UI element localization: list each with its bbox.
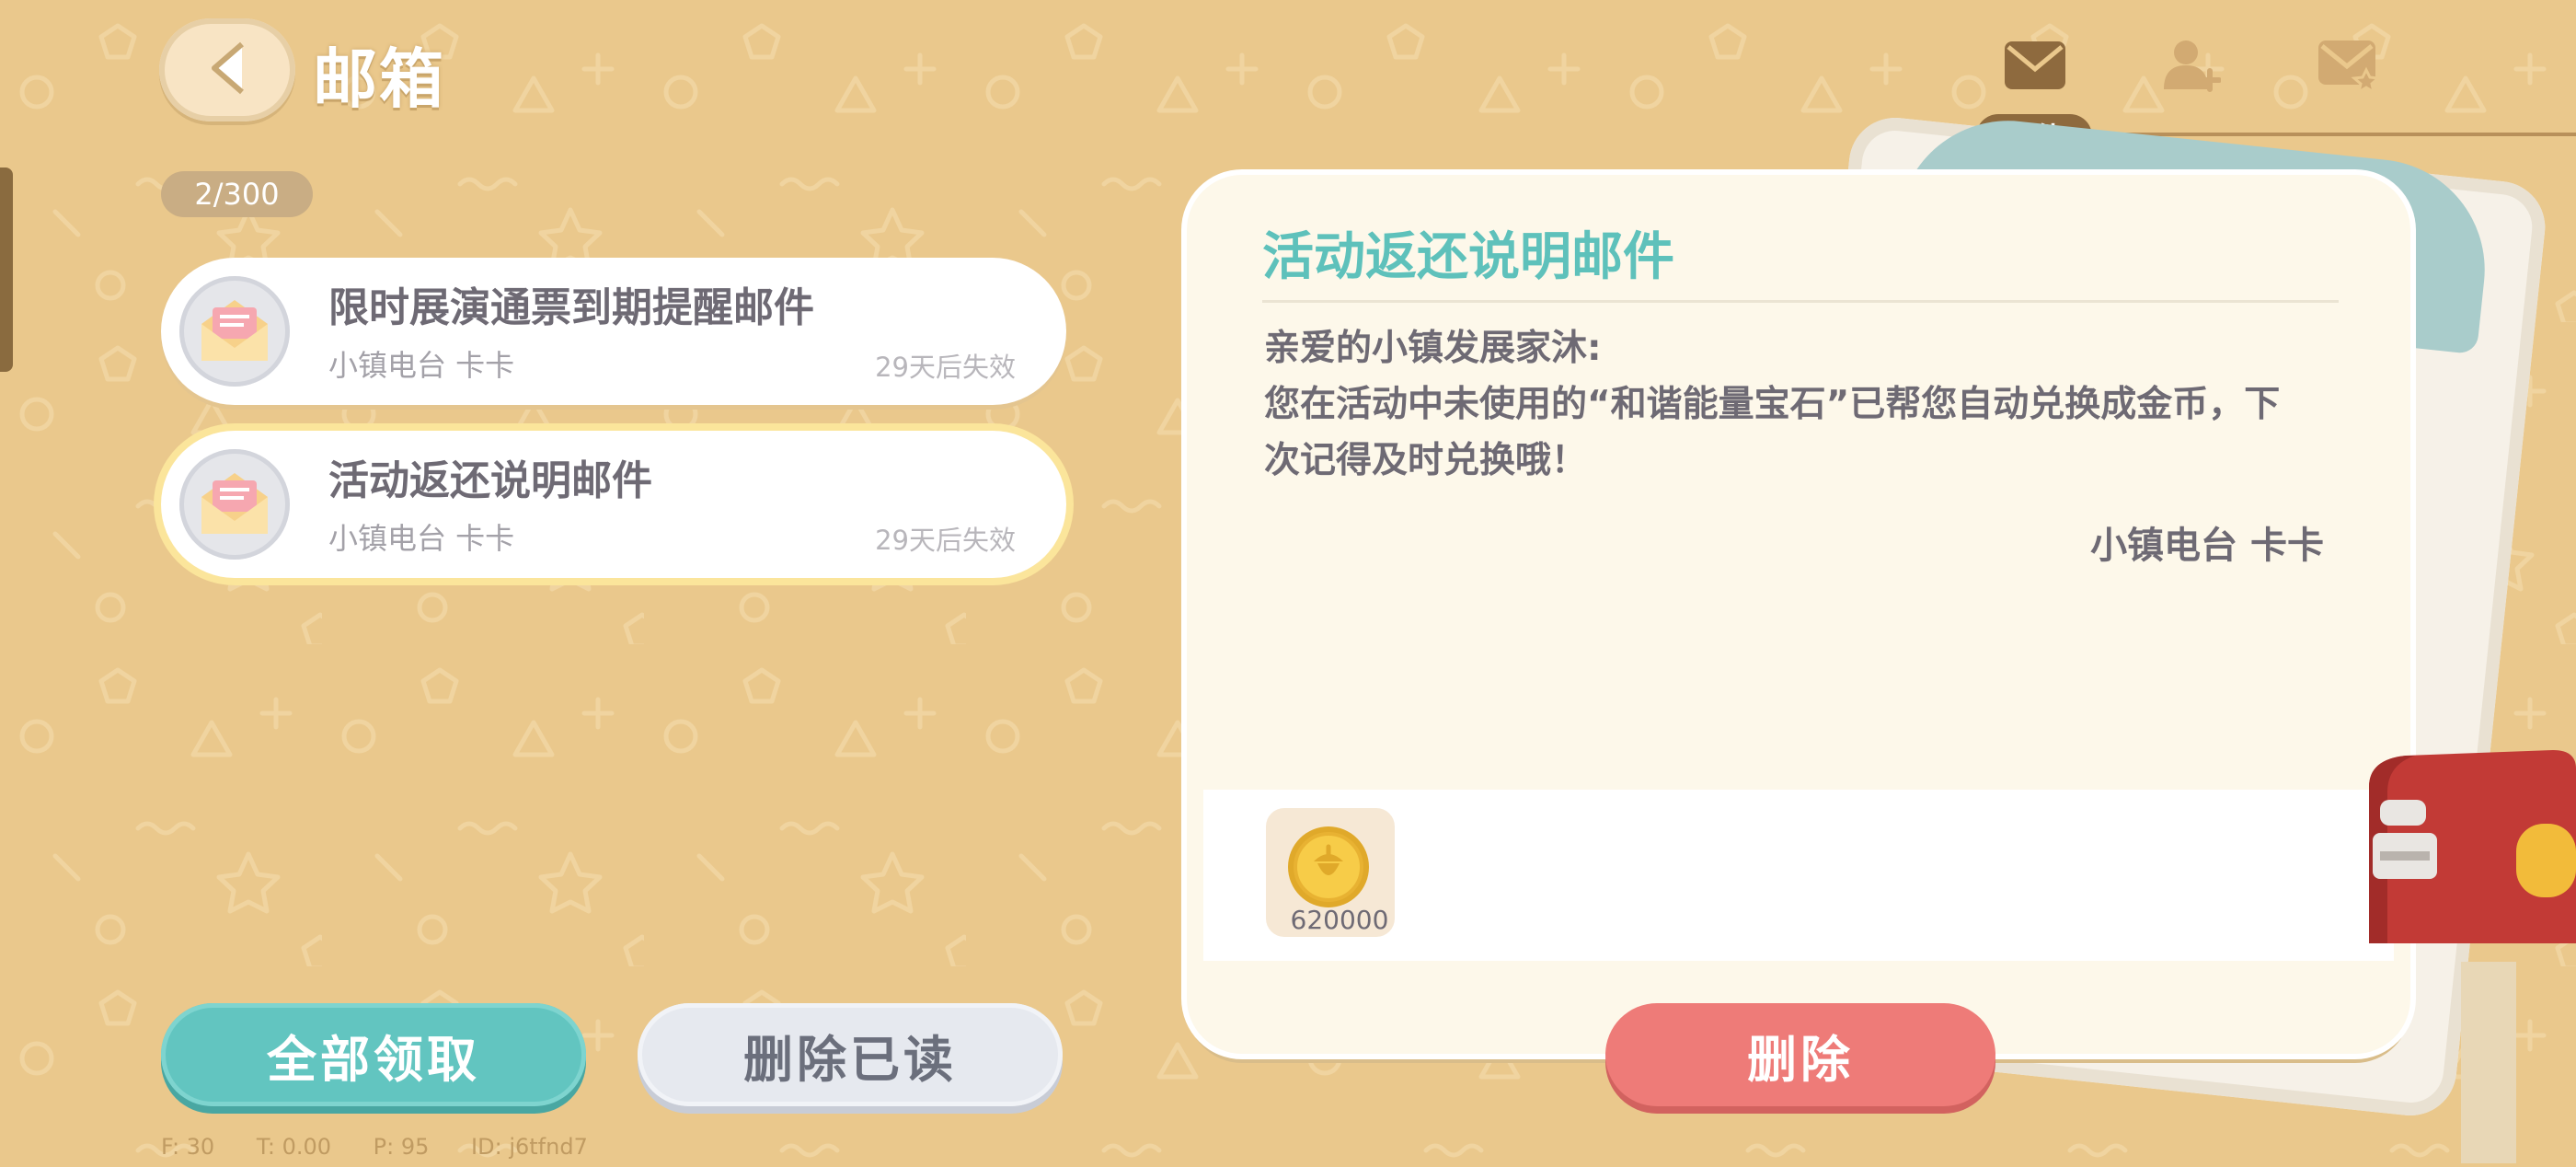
back-button[interactable] xyxy=(159,18,295,121)
mail-detail-panel: 活动返还说明邮件 亲爱的小镇发展家沐: 您在活动中未使用的“和谐能量宝石”已帮您… xyxy=(1187,175,2410,1054)
envelope-icon xyxy=(2003,40,2067,95)
mail-count-badge: 2/300 xyxy=(161,171,313,217)
tab-mail[interactable] xyxy=(1998,35,2072,99)
open-envelope-icon xyxy=(196,293,273,370)
attachment-item[interactable]: 620000 xyxy=(1266,808,1395,937)
mail-sender: 小镇电台 卡卡 xyxy=(328,348,515,383)
mail-detail-body: 亲爱的小镇发展家沐: 您在活动中未使用的“和谐能量宝石”已帮您自动兑换成金币，下… xyxy=(1264,320,2285,489)
delete-read-button[interactable]: 删除已读 xyxy=(638,1003,1063,1106)
mailbox-decoration xyxy=(2351,750,2576,1163)
mail-list-item[interactable]: 限时展演通票到期提醒邮件 小镇电台 卡卡 29天后失效 xyxy=(161,258,1066,405)
debug-id: ID: j6tfnd7 xyxy=(471,1134,588,1160)
mail-signature: 小镇电台 卡卡 xyxy=(2090,525,2324,567)
mail-greeting: 亲爱的小镇发展家沐: xyxy=(1264,328,1602,369)
mail-expiry: 29天后失效 xyxy=(875,352,1016,383)
debug-time: T: 0.00 xyxy=(256,1134,332,1160)
tab-friends[interactable] xyxy=(2155,35,2228,99)
mail-sender: 小镇电台 卡卡 xyxy=(328,521,515,556)
page-title: 邮箱 xyxy=(313,41,445,117)
mail-envelope-avatar xyxy=(179,276,290,387)
mail-list-item-selected[interactable]: 活动返还说明邮件 小镇电台 卡卡 29天后失效 xyxy=(161,431,1066,578)
attachment-quantity: 620000 xyxy=(1290,905,1389,935)
open-envelope-icon xyxy=(196,466,273,543)
divider xyxy=(1262,300,2339,303)
mail-message: 您在活动中未使用的“和谐能量宝石”已帮您自动兑换成金币，下次记得及时兑换哦！ xyxy=(1264,384,2281,481)
debug-p: P: 95 xyxy=(373,1134,430,1160)
debug-overlay: F: 30 T: 0.00 P: 95 ID: j6tfnd7 xyxy=(161,1134,623,1160)
gold-coin-icon xyxy=(1282,821,1374,917)
add-friend-icon xyxy=(2162,38,2222,97)
debug-fps: F: 30 xyxy=(161,1134,215,1160)
mail-detail-title: 活动返还说明邮件 xyxy=(1262,227,1674,287)
delete-button[interactable]: 删除 xyxy=(1605,1003,1995,1106)
mail-expiry: 29天后失效 xyxy=(875,525,1016,556)
mail-title: 活动返还说明邮件 xyxy=(328,457,652,504)
mail-envelope-avatar xyxy=(179,449,290,560)
envelope-star-icon xyxy=(2317,39,2382,96)
claim-all-button[interactable]: 全部领取 xyxy=(161,1003,586,1106)
side-drawer-handle[interactable] xyxy=(0,168,13,372)
tab-starred-mail[interactable] xyxy=(2312,35,2386,99)
chevron-left-icon xyxy=(201,39,253,101)
mail-title: 限时展演通票到期提醒邮件 xyxy=(328,284,814,331)
